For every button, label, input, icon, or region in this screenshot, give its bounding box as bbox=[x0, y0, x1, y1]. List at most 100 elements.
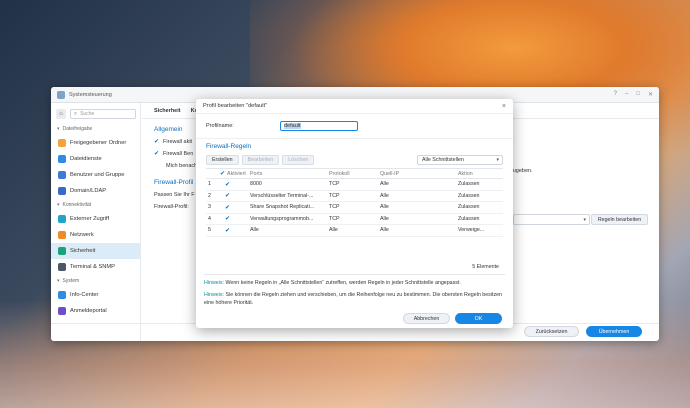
sidebar-item-label: Sicherheit bbox=[70, 248, 96, 254]
users-icon bbox=[58, 171, 66, 179]
close-icon[interactable]: ✕ bbox=[648, 91, 653, 98]
search-placeholder: Suche bbox=[80, 111, 95, 117]
hint-1-text: Wenn keine Regeln in „Alle Schnittstelle… bbox=[225, 280, 461, 286]
firewall-profile-select[interactable]: ▾ bbox=[513, 214, 590, 225]
search-icon: ⌕ bbox=[74, 110, 78, 117]
col-action[interactable]: Aktion bbox=[458, 168, 503, 179]
rule-ports: Share Snapshot Replicati... bbox=[250, 201, 329, 214]
domain-icon bbox=[58, 187, 66, 195]
rule-enabled-checkbox[interactable]: ✔ bbox=[220, 201, 250, 214]
profile-name-input[interactable]: default bbox=[280, 121, 358, 131]
apply-button[interactable]: Übernehmen bbox=[586, 326, 642, 337]
sidebar-item-label: Terminal & SNMP bbox=[70, 264, 115, 270]
rule-number: 2 bbox=[206, 190, 220, 202]
rules-table: ✔ Aktiviert Ports Protokoll Quell-IP Akti… bbox=[206, 168, 503, 237]
rule-enabled-checkbox[interactable]: ✔ bbox=[220, 190, 250, 202]
home-icon[interactable]: ⌂ bbox=[56, 109, 66, 119]
create-button[interactable]: Erstellen bbox=[206, 155, 239, 165]
profile-name-value: default bbox=[284, 123, 301, 129]
sidebar-item[interactable]: Dateidienste bbox=[51, 151, 140, 167]
rule-action: Zulassen bbox=[458, 213, 503, 225]
rule-protocol: TCP bbox=[329, 178, 380, 191]
rule-enabled-checkbox[interactable]: ✔ bbox=[220, 178, 250, 191]
firewall-enable-checkbox[interactable]: ✔ bbox=[154, 138, 159, 145]
rule-ports: Verschlüsselter Terminal-... bbox=[250, 190, 329, 202]
sidebar-item[interactable]: Domain/LDAP bbox=[51, 183, 140, 199]
rule-protocol: TCP bbox=[329, 190, 380, 202]
sidebar-item[interactable]: Externer Zugriff bbox=[51, 211, 140, 227]
rule-enabled-checkbox[interactable]: ✔ bbox=[220, 224, 250, 237]
checkmark-icon[interactable]: ✔ bbox=[220, 193, 230, 199]
checkmark-icon[interactable]: ✔ bbox=[220, 205, 230, 211]
tab-security[interactable]: Sicherheit bbox=[154, 108, 181, 118]
chevron-down-icon: ▾ bbox=[57, 126, 60, 132]
sidebar-item-label: Anmeldeportal bbox=[70, 308, 107, 314]
col-source-ip[interactable]: Quell-IP bbox=[380, 168, 458, 179]
checkmark-icon[interactable]: ✔ bbox=[220, 216, 230, 222]
rule-source-ip: Alle bbox=[380, 224, 458, 237]
sidebar-item[interactable]: Benutzer und Gruppe bbox=[51, 167, 140, 183]
sidebar-section-header[interactable]: ▾ Dateifreigabe bbox=[51, 123, 140, 135]
rule-ports: 8000 bbox=[250, 178, 329, 191]
sidebar-item[interactable]: Sicherheit bbox=[51, 243, 140, 259]
sidebar-section-label: Konnektivität bbox=[62, 202, 92, 208]
rule-action: Verweige... bbox=[458, 224, 503, 237]
rule-number: 3 bbox=[206, 201, 220, 214]
col-protocol[interactable]: Protokoll bbox=[329, 168, 380, 179]
dialog-title: Profil bearbeiten "default" bbox=[203, 103, 268, 109]
hint-1-label: Hinweis: bbox=[204, 280, 225, 286]
sidebar-section-header[interactable]: ▾ Konnektivität bbox=[51, 199, 140, 211]
edit-button[interactable]: Bearbeiten bbox=[241, 155, 280, 165]
checkmark-icon[interactable]: ✔ bbox=[220, 182, 230, 188]
sidebar-item-label: Dateidienste bbox=[70, 156, 102, 162]
reset-button[interactable]: Zurücksetzen bbox=[524, 326, 579, 337]
rule-ports: Alle bbox=[250, 224, 329, 237]
rule-source-ip: Alle bbox=[380, 201, 458, 214]
rule-source-ip: Alle bbox=[380, 178, 458, 191]
cancel-button[interactable]: Abbrechen bbox=[403, 313, 450, 324]
interface-select[interactable]: Alle Schnittstellen ▾ bbox=[417, 155, 503, 165]
col-ports[interactable]: Ports bbox=[250, 168, 329, 179]
table-row[interactable]: 3 ✔ Share Snapshot Replicati... TCP Alle Zula… bbox=[206, 201, 503, 214]
sidebar-item[interactable]: Netzwerk bbox=[51, 227, 140, 243]
search-input[interactable]: ⌕ Suche bbox=[70, 109, 136, 119]
rule-ports: Verwaltungsprogrammob... bbox=[250, 213, 329, 225]
edit-profile-dialog: Profil bearbeiten "default" × Profilname… bbox=[196, 99, 513, 328]
rule-protocol: Alle bbox=[329, 224, 380, 237]
hint-2: Hinweis: Sie können die Regeln ziehen un… bbox=[204, 291, 504, 307]
rule-action: Zulassen bbox=[458, 178, 503, 191]
close-icon[interactable]: × bbox=[502, 103, 506, 110]
sidebar-item[interactable]: Terminal & SNMP bbox=[51, 259, 140, 275]
sidebar-item-label: Info-Center bbox=[70, 292, 99, 298]
rule-action: Zulassen bbox=[458, 201, 503, 214]
maximize-icon[interactable]: □ bbox=[636, 91, 640, 98]
sidebar-item-label: Externer Zugriff bbox=[70, 216, 110, 222]
rule-number: 5 bbox=[206, 224, 220, 237]
delete-button[interactable]: Löschen bbox=[282, 155, 315, 165]
control-panel-icon bbox=[57, 90, 65, 99]
hint-2-text: Sie können die Regeln ziehen und verschi… bbox=[204, 292, 503, 306]
edit-rules-button[interactable]: Regeln bearbeiten bbox=[591, 214, 648, 225]
portal-icon bbox=[58, 307, 66, 315]
table-row[interactable]: 2 ✔ Verschlüsselter Terminal-... TCP Alle Zul… bbox=[206, 190, 503, 202]
minimize-icon[interactable]: – bbox=[625, 91, 628, 98]
notify-right-text: zugeben. bbox=[510, 168, 533, 174]
firewall-notify-checkbox[interactable]: ✔ bbox=[154, 150, 159, 157]
hint-1: Hinweis: Wenn keine Regeln in „Alle Schn… bbox=[204, 279, 504, 287]
sidebar-section-header[interactable]: ▾ System bbox=[51, 275, 140, 287]
sidebar-item[interactable]: Info-Center bbox=[51, 287, 140, 303]
ok-button[interactable]: OK bbox=[455, 313, 502, 324]
table-row[interactable]: 5 ✔ Alle Alle Alle Verweige... bbox=[206, 224, 503, 237]
rule-protocol: TCP bbox=[329, 213, 380, 225]
checkmark-icon[interactable]: ✔ bbox=[220, 228, 230, 234]
table-row[interactable]: 1 ✔ 8000 TCP Alle Zulassen bbox=[206, 178, 503, 191]
rule-enabled-checkbox[interactable]: ✔ bbox=[220, 213, 250, 225]
help-icon[interactable]: ? bbox=[614, 91, 617, 98]
sidebar-section-label: Dateifreigabe bbox=[62, 126, 93, 132]
sidebar-item[interactable]: Anmeldeportal bbox=[51, 303, 140, 319]
sidebar-item[interactable]: Freigegebener Ordner bbox=[51, 135, 140, 151]
dialog-titlebar[interactable]: Profil bearbeiten "default" × bbox=[196, 99, 513, 114]
select-all-checkbox[interactable]: ✔ bbox=[220, 170, 225, 177]
folder-icon bbox=[58, 139, 66, 147]
table-row[interactable]: 4 ✔ Verwaltungsprogrammob... TCP Alle Zulasse… bbox=[206, 213, 503, 225]
